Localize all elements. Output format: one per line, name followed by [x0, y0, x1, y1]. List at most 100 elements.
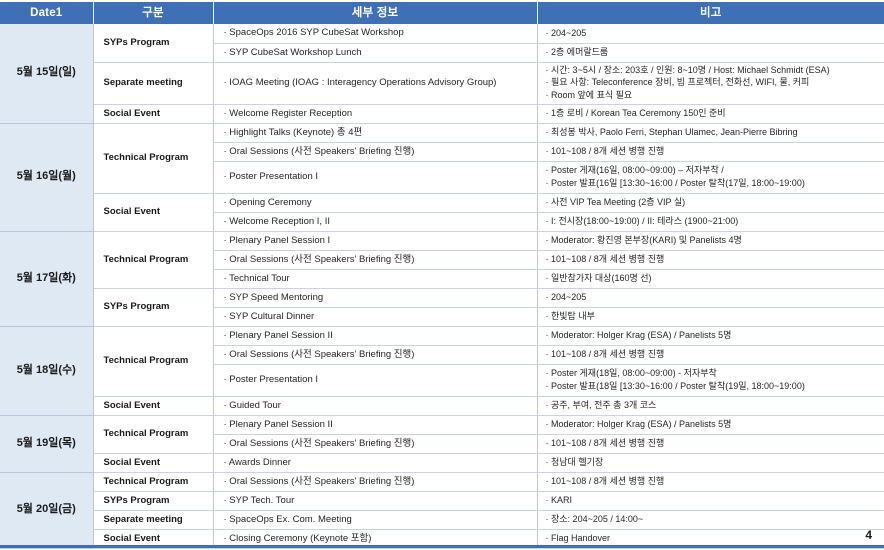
category-cell: SYPs Program: [93, 288, 214, 327]
table-row: Separate meeting · SpaceOps Ex. Com. Meet…: [0, 510, 884, 530]
remarks-cell: · 최성봉 박사, Paolo Ferri, Stephan Ulamec, J…: [537, 123, 884, 143]
category-cell: Separate meeting: [93, 62, 214, 105]
detail-cell: · Oral Sessions (사전 Speakers' Briefing 진…: [213, 142, 538, 162]
category-cell: SYPs Program: [93, 491, 214, 511]
category-cell: Social Event: [93, 104, 214, 124]
detail-cell: · Oral Sessions (사전 Speakers' Briefing 진…: [213, 345, 538, 365]
detail-cell: · Poster Presentation I: [213, 364, 538, 397]
remarks-cell: · KARI: [537, 491, 884, 511]
detail-cell: · Welcome Reception I, II: [213, 212, 538, 232]
category-cell: SYPs Program: [93, 24, 214, 63]
remarks-line: · Poster 발표(16일 [13:30~16:00 / Poster 탈착…: [545, 177, 805, 188]
top-strip: [0, 0, 884, 2]
remarks-line: · 101~108 / 8개 세션 병행 진행: [545, 437, 665, 448]
remarks-line: · Poster 게재(18일, 08:00~09:00) - 저자부착: [545, 368, 717, 379]
table-row: Separate meeting · IOAG Meeting (IOAG : I…: [0, 62, 884, 105]
category-cell: Technical Program: [93, 231, 214, 289]
category-cell: Social Event: [93, 193, 214, 232]
detail-cell: · SpaceOps Ex. Com. Meeting: [213, 510, 538, 530]
page-number: 4: [865, 528, 872, 542]
remarks-line: · 101~108 / 8개 세션 병행 진행: [545, 348, 665, 359]
remarks-cell: · Moderator: Holger Krag (ESA) / Panelis…: [537, 326, 884, 346]
table-row: Social Event · Opening Ceremony · 사전 VIP T…: [0, 193, 884, 232]
table-row: 5월 20일(금) Technical Program · Oral Session…: [0, 472, 884, 549]
remarks-line: · Moderator: Holger Krag (ESA) / Panelis…: [545, 329, 732, 340]
table-row: SYPs Program · SYP Speed Mentoring · 204~2…: [0, 288, 884, 327]
date-cell: 5월 19일(목): [0, 415, 94, 473]
remarks-line: · 시간: 3~5시 / 장소: 203호 / 인원: 8~10명 / Host…: [545, 65, 830, 76]
remarks-cell: · 101~108 / 8개 세션 병행 진행: [537, 250, 884, 270]
remarks-cell: · 2층 에머랄드룸: [537, 43, 884, 63]
table-row: 5월 15일(일) SYPs Program · SpaceOps 2016 SYP…: [0, 24, 884, 124]
detail-cell: · SYP Speed Mentoring: [213, 288, 538, 308]
remarks-cell: · 101~108 / 8개 세션 병행 진행: [537, 345, 884, 365]
remarks-cell: · Poster 게재(16일, 08:00~09:00) – 저자부착 / · …: [537, 161, 884, 194]
remarks-line: · 공주, 부여, 전주 총 3개 코스: [545, 399, 657, 410]
detail-cell: · IOAG Meeting (IOAG : Interagency Opera…: [213, 62, 538, 105]
remarks-cell: · 일반참가자 대상(160명 선): [537, 269, 884, 289]
remarks-cell: · 청남대 헬기장: [537, 453, 884, 473]
table-row: 5월 18일(수) Technical Program · Plenary Pane…: [0, 326, 884, 416]
header-row: Date1 구분 세부 정보 비고: [0, 0, 884, 24]
remarks-cell: · 장소: 204~205 / 14:00~: [537, 510, 884, 530]
remarks-line: · I: 전시장(18:00~19:00) / II: 테라스 (1900~21…: [545, 215, 739, 226]
remarks-cell: · Poster 게재(18일, 08:00~09:00) - 저자부착 · Po…: [537, 364, 884, 397]
category-cell: Technical Program: [93, 415, 214, 454]
column-header-date: Date1: [0, 0, 94, 24]
detail-cell: · Highlight Talks (Keynote) 총 4편: [213, 123, 538, 143]
table-row: 5월 16일(월) Technical Program · Highlight Ta…: [0, 123, 884, 232]
detail-cell: · Guided Tour: [213, 396, 538, 416]
remarks-cell: · Moderator: Holger Krag (ESA) / Panelis…: [537, 415, 884, 435]
remarks-line: · Moderator: Holger Krag (ESA) / Panelis…: [545, 418, 732, 429]
remarks-cell: · I: 전시장(18:00~19:00) / II: 테라스 (1900~21…: [537, 212, 884, 232]
detail-cell: · Poster Presentation I: [213, 161, 538, 194]
remarks-cell: · 사전 VIP Tea Meeting (2층 VIP 실): [537, 193, 884, 213]
remarks-line: · 204~205: [545, 291, 587, 302]
detail-cell: · Plenary Panel Session I: [213, 231, 538, 251]
detail-cell: · SpaceOps 2016 SYP CubeSat Workshop: [213, 24, 538, 44]
remarks-line: · Flag Handover: [545, 532, 611, 543]
remarks-line: · 사전 VIP Tea Meeting (2층 VIP 실): [545, 196, 686, 207]
date-cell: 5월 18일(수): [0, 326, 94, 416]
date-cell: 5월 16일(월): [0, 123, 94, 232]
remarks-cell: · 204~205: [537, 24, 884, 44]
detail-cell: · SYP Tech. Tour: [213, 491, 538, 511]
detail-cell: · Awards Dinner: [213, 453, 538, 473]
date-cell: 5월 20일(금): [0, 472, 94, 549]
remarks-line: · 101~108 / 8개 세션 병행 진행: [545, 475, 665, 486]
remarks-line: · Room 앞에 표식 필요: [545, 89, 633, 100]
column-header-category: 구분: [93, 0, 214, 24]
remarks-cell: · 204~205: [537, 288, 884, 308]
category-cell: Social Event: [93, 453, 214, 473]
detail-cell: · Oral Sessions (사전 Speakers' Briefing 진…: [213, 250, 538, 270]
remarks-line: · Poster 게재(16일, 08:00~09:00) – 저자부착 /: [545, 165, 724, 176]
remarks-line: · 2층 에머랄드룸: [545, 46, 609, 57]
table-row: 5월 17일(화) Technical Program · Plenary Pane…: [0, 231, 884, 327]
table-row: Social Event · Awards Dinner · 청남대 헬기장: [0, 453, 884, 473]
detail-cell: · Oral Sessions (사전 Speakers' Briefing 진…: [213, 472, 538, 492]
category-cell: Technical Program: [93, 472, 214, 492]
remarks-cell: · 1층 로비 / Korean Tea Ceremony 150인 준비: [537, 104, 884, 124]
remarks-line: · Moderator: 황진영 본부장(KARI) 및 Panelists 4…: [545, 234, 742, 245]
detail-cell: · Oral Sessions (사전 Speakers' Briefing 진…: [213, 434, 538, 454]
category-cell: Technical Program: [93, 326, 214, 397]
date-cell: 5월 17일(화): [0, 231, 94, 327]
remarks-line: · 1층 로비 / Korean Tea Ceremony 150인 준비: [545, 107, 726, 118]
slide-root: Date1 구분 세부 정보 비고 5월 15일(일) SYPs Program ·…: [0, 0, 884, 550]
detail-cell: · Opening Ceremony: [213, 193, 538, 213]
remarks-cell: · 101~108 / 8개 세션 병행 진행: [537, 142, 884, 162]
remarks-line: · 204~205: [545, 27, 587, 38]
table-body: 5월 15일(일) SYPs Program · SpaceOps 2016 SYP…: [0, 24, 884, 549]
remarks-line: · 101~108 / 8개 세션 병행 진행: [545, 145, 665, 156]
remarks-cell: · 공주, 부여, 전주 총 3개 코스: [537, 396, 884, 416]
remarks-line: · Poster 발표(18일 [13:30~16:00 / Poster 탈착…: [545, 380, 805, 391]
remarks-line: · 청남대 헬기장: [545, 456, 604, 467]
table-row: SYPs Program · SYP Tech. Tour · KARI: [0, 491, 884, 511]
table-row: 5월 19일(목) Technical Program · Plenary Pane…: [0, 415, 884, 473]
remarks-cell: · 101~108 / 8개 세션 병행 진행: [537, 472, 884, 492]
table-row: Social Event · Guided Tour · 공주, 부여, 전주 총 …: [0, 396, 884, 416]
remarks-line: · 일반참가자 대상(160명 선): [545, 272, 652, 283]
remarks-line: · 101~108 / 8개 세션 병행 진행: [545, 253, 665, 264]
remarks-line: · 장소: 204~205 / 14:00~: [545, 513, 644, 524]
column-header-detail: 세부 정보: [213, 0, 538, 24]
